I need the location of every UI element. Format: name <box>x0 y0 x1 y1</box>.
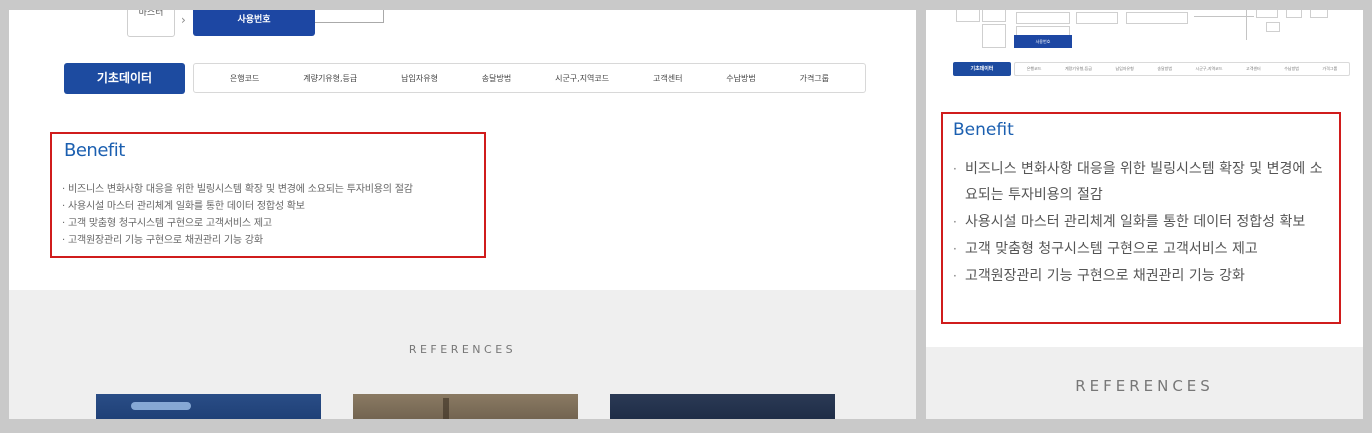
mini-diagram-box <box>1076 12 1118 24</box>
references-title: REFERENCES <box>408 343 517 356</box>
mini-master-tab[interactable]: 시군구,지역코드 <box>1196 66 1223 72</box>
benefit-item-text: 사용시설 마스터 관리체계 일화를 통한 데이터 정합성 확보 <box>965 214 1306 230</box>
master-tab[interactable]: 계량기유형,등급 <box>303 73 357 84</box>
master-tab[interactable]: 납입자유형 <box>401 73 438 84</box>
mini-diagram-box <box>1256 10 1278 18</box>
mini-master-data-tabs: 은행코드 계량기유형,등급 납입자유형 송달방법 시군구,지역코드 고객센터 수… <box>1014 62 1350 76</box>
references-section: REFERENCES <box>9 290 916 419</box>
reference-thumbnail[interactable] <box>610 394 835 419</box>
bullet-icon: · <box>953 269 957 283</box>
benefit-list: · 비즈니스 변화사항 대응을 위한 빌링시스템 확장 및 변경에 소요되는 투… <box>62 181 413 249</box>
mini-master-tab[interactable]: 은행코드 <box>1027 66 1042 72</box>
benefit-item-text: 비즈니스 변화사항 대응을 위한 빌링시스템 확장 및 변경에 소요되는 투자비… <box>965 161 1323 203</box>
master-tab[interactable]: 가격그룹 <box>800 73 829 84</box>
mini-usage-number-box: 사용번호 <box>1014 35 1072 48</box>
benefit-item: · 비즈니스 변화사항 대응을 위한 빌링시스템 확장 및 변경에 소요되는 투자… <box>951 156 1331 208</box>
benefit-item: · 고객원장관리 기능 구현으로 채권관리 기능 강화 <box>62 235 263 246</box>
benefit-title: Benefit <box>953 120 1014 140</box>
bullet-icon: · <box>953 215 957 229</box>
benefit-item: · 고객 맞춤형 청구시스템 구현으로 고객서비스 제고 <box>62 218 272 229</box>
benefit-list: · 비즈니스 변화사항 대응을 위한 빌링시스템 확장 및 변경에 소요되는 투자… <box>951 156 1331 290</box>
mini-diagram-box <box>956 10 980 22</box>
mini-diagram-connector <box>1194 16 1254 17</box>
mini-diagram-box <box>1286 10 1302 18</box>
bullet-icon: · <box>953 162 957 176</box>
master-tab[interactable]: 수납방법 <box>726 73 755 84</box>
right-panel: 사용번호 기초데이터 은행코드 계량기유형,등급 납입자유형 송달방법 시군구,… <box>926 10 1363 419</box>
benefit-item: · 고객 맞춤형 청구시스템 구현으로 고객서비스 제고 <box>951 236 1331 262</box>
thumbnail-image-shape <box>443 398 449 419</box>
master-data-button[interactable]: 기초데이터 <box>64 63 185 94</box>
mini-diagram-box <box>982 24 1006 48</box>
mini-diagram-box <box>1126 12 1188 24</box>
benefit-item: · 비즈니스 변화사항 대응을 위한 빌링시스템 확장 및 변경에 소요되는 투… <box>62 184 413 195</box>
benefit-highlight-box: Benefit · 비즈니스 변화사항 대응을 위한 빌링시스템 확장 및 변경에… <box>941 112 1341 324</box>
mini-master-data-button[interactable]: 기초데이터 <box>953 62 1011 76</box>
master-tab[interactable]: 고객센터 <box>653 73 682 84</box>
reference-thumbnail[interactable] <box>96 394 321 419</box>
master-tab[interactable]: 은행코드 <box>230 73 259 84</box>
mini-master-tab[interactable]: 납입자유형 <box>1115 66 1133 72</box>
benefit-title: Benefit <box>64 140 125 161</box>
references-title: REFERENCES <box>1075 377 1214 395</box>
flow-connector <box>315 22 384 23</box>
chevron-right-icon: › <box>181 13 186 27</box>
mini-diagram-box <box>1266 22 1280 32</box>
master-tab[interactable]: 시군구,지역코드 <box>555 73 609 84</box>
mini-master-tab[interactable]: 계량기유형,등급 <box>1065 66 1092 72</box>
benefit-item: · 사용시설 마스터 관리체계 일화를 통한 데이터 정합성 확보 <box>951 209 1331 235</box>
mini-master-tab[interactable]: 고객센터 <box>1246 66 1261 72</box>
mini-master-tab[interactable]: 송달방법 <box>1157 66 1172 72</box>
mini-diagram-connector <box>1246 10 1247 40</box>
master-tab[interactable]: 송달방법 <box>482 73 511 84</box>
references-section: REFERENCES <box>926 347 1363 419</box>
mini-diagram-box <box>1310 10 1328 18</box>
flow-master-box: 마스터 <box>127 10 175 37</box>
left-panel: 마스터 › 사용번호 기초데이터 은행코드 계량기유형,등급 납입자유형 송달방… <box>9 10 916 419</box>
reference-thumbnail[interactable] <box>353 394 578 419</box>
mini-master-tab[interactable]: 수납방법 <box>1284 66 1299 72</box>
thumbnail-image-shape <box>131 402 191 410</box>
benefit-highlight-box: Benefit · 비즈니스 변화사항 대응을 위한 빌링시스템 확장 및 변경… <box>50 132 486 258</box>
benefit-item: · 고객원장관리 기능 구현으로 채권관리 기능 강화 <box>951 263 1331 289</box>
benefit-item-text: 고객원장관리 기능 구현으로 채권관리 기능 강화 <box>965 268 1245 284</box>
flow-master-box-line2: 마스터 <box>138 10 164 18</box>
master-data-tabs: 은행코드 계량기유형,등급 납입자유형 송달방법 시군구,지역코드 고객센터 수… <box>193 63 866 93</box>
benefit-item-text: 고객 맞춤형 청구시스템 구현으로 고객서비스 제고 <box>965 241 1258 257</box>
bullet-icon: · <box>953 242 957 256</box>
mini-diagram-box <box>982 10 1006 22</box>
mini-diagram-box <box>1016 12 1070 24</box>
mini-master-tab[interactable]: 가격그룹 <box>1322 66 1337 72</box>
benefit-item: · 사용시설 마스터 관리체계 일화를 통한 데이터 정합성 확보 <box>62 201 305 212</box>
flow-usage-number-box: 사용번호 <box>193 10 315 36</box>
